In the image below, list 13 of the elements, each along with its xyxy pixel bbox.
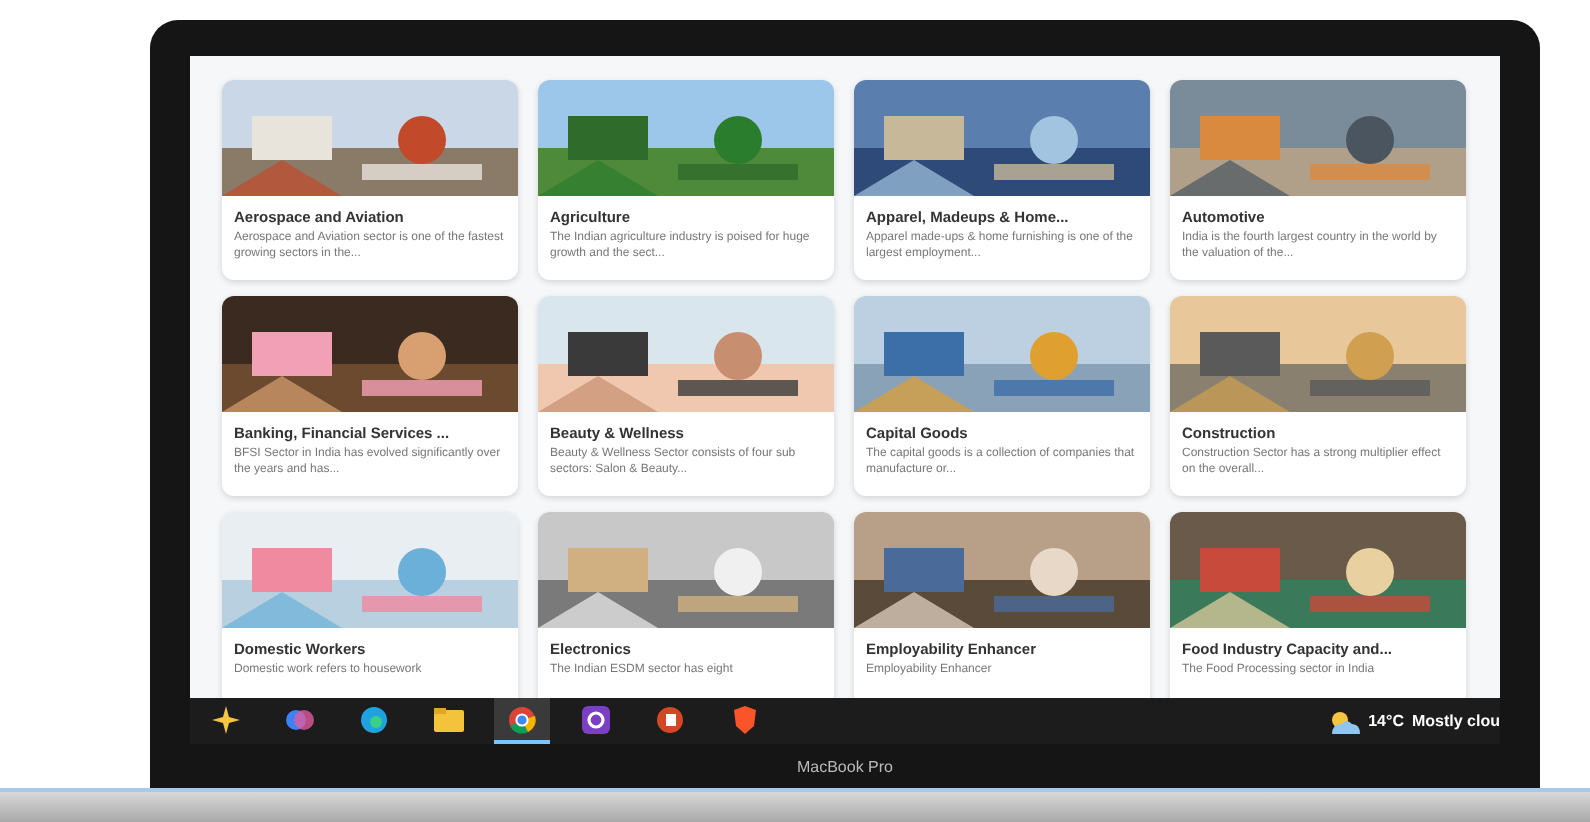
- taskbar-app[interactable]: [494, 698, 550, 744]
- slides-icon: [656, 705, 684, 733]
- temperature: 14°C: [1368, 712, 1404, 730]
- app-icon: [582, 705, 610, 733]
- cloud-icon: [1328, 709, 1361, 733]
- folder-icon: [433, 707, 463, 731]
- weather-condition: Mostly clou: [1411, 712, 1500, 730]
- device-label: MacBook Pro: [796, 757, 894, 775]
- chrome-icon: [508, 705, 536, 733]
- sparkle-icon: [210, 703, 242, 735]
- shield-icon: [731, 705, 757, 733]
- browser-icon: [360, 705, 388, 733]
- swirl-icon: [286, 705, 314, 733]
